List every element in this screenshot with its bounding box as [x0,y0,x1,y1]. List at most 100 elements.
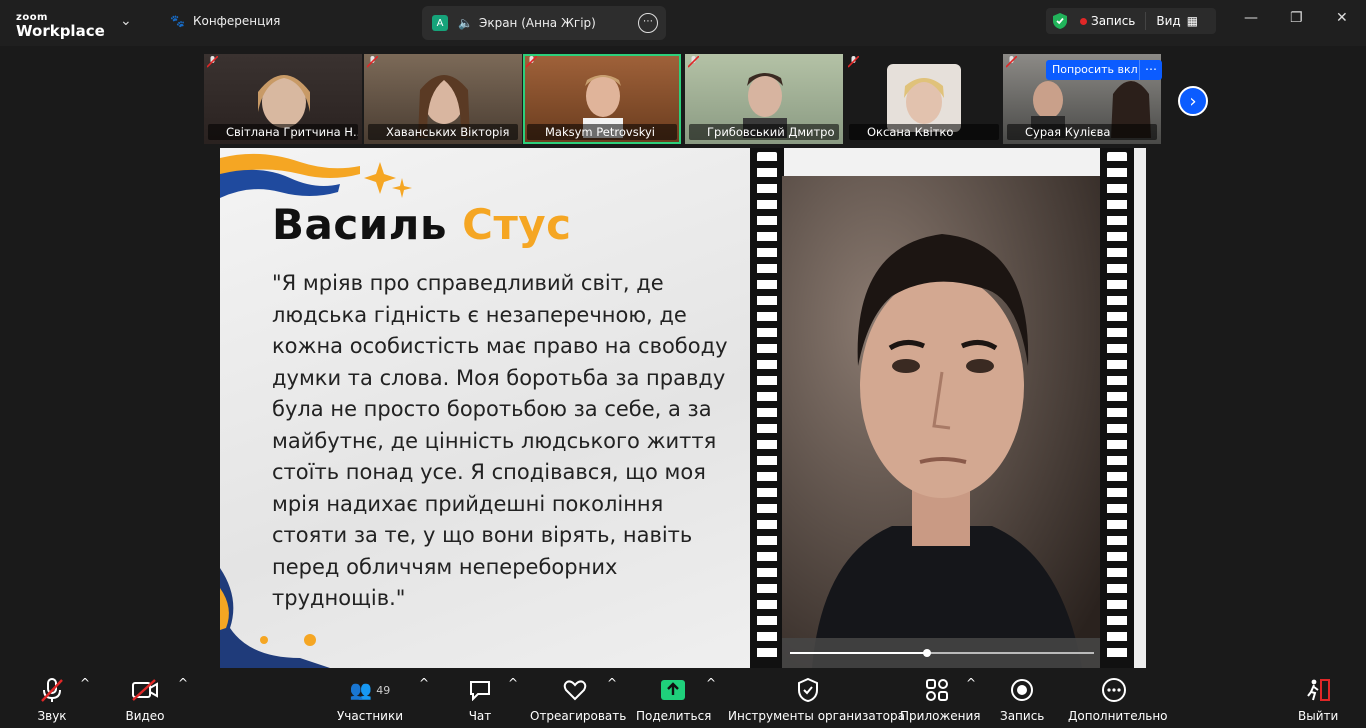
video-off-icon [132,679,158,701]
recording-group: Запись Вид ▦ [1046,8,1216,34]
chat-caret-icon[interactable]: ^ [508,676,518,690]
participants-button[interactable]: 👥 49 Участники [336,676,404,724]
apps-icon [926,679,948,701]
record-icon [1011,679,1033,701]
participant-name: Хаванських Вікторія [368,124,518,140]
slide-title-first: Василь [272,200,447,249]
more-label: Дополнительно [1068,709,1168,723]
video-caret-icon[interactable]: ^ [178,676,188,690]
app-logo: zoom Workplace [16,7,105,39]
more-icon[interactable]: ⋯ [638,13,658,33]
view-button[interactable]: Вид [1156,14,1180,28]
react-caret-icon[interactable]: ^ [607,676,617,690]
portrait-image [782,176,1100,668]
brand-large: Workplace [16,22,105,40]
leave-icon [1307,679,1330,701]
participant-strip: Світлана Гритчина Н... Хаванських Віктор… [0,46,1366,148]
shared-screen: Василь Стус "Я мріяв про справедливий св… [220,148,1146,668]
film-frame-top [784,148,1100,176]
audio-caret-icon[interactable]: ^ [80,676,90,690]
shield-icon[interactable] [1052,12,1068,30]
slide-title: Василь Стус [272,200,572,249]
more-icon [1102,678,1126,702]
share-screen-icon [661,680,685,700]
paw-icon: 🐾 [170,14,185,28]
video-progress-fill [790,652,927,654]
host-tools-label: Инструменты организатора [728,709,905,723]
record-label: Запись [1000,709,1045,723]
decorative-wave-bottom [220,568,330,668]
recording-label[interactable]: Запись [1091,14,1135,28]
participants-count: 49 [376,683,391,697]
participants-icon: 👥 [349,679,373,701]
muted-mic-icon [848,56,859,68]
minimize-icon[interactable]: — [1244,10,1258,26]
slide-title-second: Стус [462,200,572,249]
decorative-wave [220,153,412,198]
video-progress-bar[interactable] [790,649,1094,657]
conference-label: Конференция [192,14,281,28]
participant-tile[interactable]: Оксана Квітко [845,54,1003,144]
share-button[interactable]: Поделиться [636,676,712,723]
slide-text-panel: Василь Стус "Я мріяв про справедливий св… [220,148,750,668]
muted-mic-icon [207,56,218,68]
participants-label: Участники [336,709,404,723]
audio-button[interactable]: Звук [32,676,72,723]
title-bar: zoom Workplace ⌄ 🐾 Конференция A 🔈 Экран… [0,0,1366,46]
chat-button[interactable]: Чат [462,676,498,723]
ask-to-unmute-button[interactable]: Попросить вкл [1046,60,1144,80]
slide-quote: "Я мріяв про справедливий світ, де людсь… [272,271,728,610]
muted-mic-icon [367,56,378,68]
record-button[interactable]: Запись [1000,676,1044,723]
video-progress-knob[interactable] [922,649,931,657]
participant-name: Maksym Petrovskyi [527,124,677,140]
share-caret-icon[interactable]: ^ [706,676,716,690]
host-tools-button[interactable]: Инструменты организатора [728,676,905,723]
participant-name: Світлана Гритчина Н... [208,124,358,140]
leave-label: Выйти [1298,709,1339,723]
chat-label: Чат [468,709,492,723]
meeting-toolbar: Звук ^ Видео ^ 👥 49 Участники ^ Чат ^ Отр… [0,668,1366,728]
next-page-arrow-icon[interactable]: › [1178,86,1208,116]
film-strip-right [1100,148,1134,668]
muted-mic-icon [41,678,63,702]
shield-icon [798,678,818,702]
divider [1145,12,1147,30]
muted-mic-icon [1006,56,1017,68]
chat-icon [470,681,490,701]
participants-caret-icon[interactable]: ^ [419,676,429,690]
participant-tile-active[interactable]: Maksym Petrovskyi [523,54,681,144]
video-label: Видео [125,709,165,723]
apps-button[interactable]: Приложения [900,676,981,723]
sharer-avatar: A [432,15,448,31]
speaker-icon: 🔈 [458,16,473,30]
participant-name: Сурая Кулієва [1007,124,1157,140]
muted-mic-icon [688,56,699,68]
recording-dot-icon [1080,17,1087,25]
heart-icon [563,680,587,701]
participant-tile[interactable]: Грибовський Дмитро [685,54,843,144]
audio-label: Звук [37,709,67,723]
restore-icon[interactable]: ❐ [1290,10,1303,26]
chevron-down-icon[interactable]: ⌄ [120,13,132,29]
film-strip-left [750,148,784,668]
share-tab-label: Экран (Анна Жгір) [478,16,596,30]
close-icon[interactable]: ✕ [1336,10,1348,26]
portrait-video[interactable] [782,176,1100,668]
apps-label: Приложения [900,709,981,723]
muted-mic-icon [526,56,537,68]
grid-icon[interactable]: ▦ [1187,14,1198,28]
participant-name: Оксана Квітко [849,124,999,140]
participant-name: Грибовський Дмитро [689,124,839,140]
participant-avatar [887,64,961,132]
share-tab[interactable]: A 🔈 Экран (Анна Жгір) ⋯ [422,6,666,40]
leave-button[interactable]: Выйти [1298,676,1338,723]
video-button[interactable]: Видео [122,676,168,723]
participant-tile[interactable]: Хаванських Вікторія [364,54,522,144]
apps-caret-icon[interactable]: ^ [966,676,976,690]
more-button[interactable]: Дополнительно [1068,676,1168,723]
participant-tile[interactable]: Світлана Гритчина Н... [204,54,362,144]
tile-more-icon[interactable]: ⋯ [1139,60,1162,80]
share-label: Поделиться [636,709,712,723]
conference-menu[interactable]: 🐾 Конференция [170,14,280,28]
